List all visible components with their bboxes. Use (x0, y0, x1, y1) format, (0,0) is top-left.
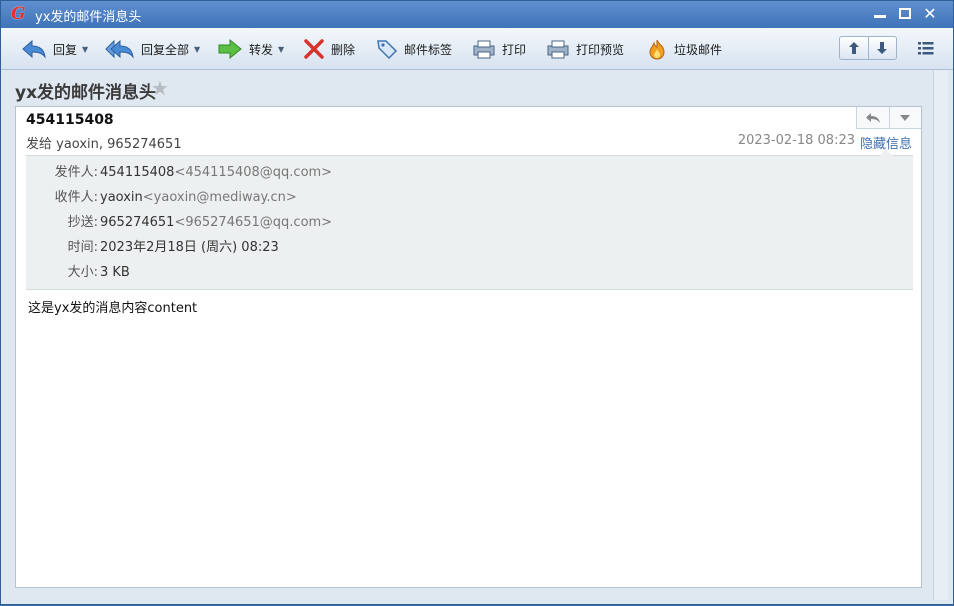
list-menu-icon (918, 42, 934, 55)
forward-icon (218, 38, 242, 60)
previous-message-button[interactable] (840, 37, 868, 59)
mail-window: G yx发的邮件消息头 ✕ 回复 ▼ 回复全部 ▼ 转发 ▼ 删除 邮件标签 打… (0, 0, 954, 605)
forward-button[interactable]: 转发 ▼ (217, 36, 284, 62)
print-preview-button[interactable]: 打印预览 (546, 36, 624, 62)
reply-icon (22, 39, 46, 59)
chevron-down-icon[interactable]: ▼ (82, 45, 88, 54)
more-menu-button[interactable] (917, 40, 935, 56)
to-name[interactable]: yaoxin (100, 190, 143, 205)
message-datetime: 2023-02-18 08:23 (737, 133, 855, 148)
recipients-summary: 发给 yaoxin, 965274651 (26, 137, 182, 152)
chevron-down-icon[interactable]: ▼ (194, 45, 200, 54)
title-bar: G yx发的邮件消息头 ✕ (1, 1, 953, 28)
from-address[interactable]: <454115408@qq.com> (174, 165, 332, 180)
message-body: 这是yx发的消息内容content (28, 301, 198, 316)
from-name[interactable]: 454115408 (100, 165, 174, 180)
message-nav (839, 36, 897, 60)
toolbar: 回复 ▼ 回复全部 ▼ 转发 ▼ 删除 邮件标签 打印 打印预览 垃圾邮件 (1, 28, 953, 70)
app-logo-icon: G (11, 4, 26, 24)
close-button[interactable]: ✕ (919, 4, 941, 24)
detail-to: 收件人: yaoxin<yaoxin@mediway.cn> (54, 190, 297, 205)
sender-name: 454115408 (26, 112, 114, 128)
arrow-up-icon (848, 42, 859, 54)
maximize-button[interactable] (894, 4, 916, 24)
tag-icon (377, 40, 398, 60)
cc-name[interactable]: 965274651 (100, 215, 174, 230)
minimize-button[interactable] (869, 4, 891, 24)
chevron-down-icon[interactable]: ▼ (278, 45, 284, 54)
delete-button[interactable]: 删除 (303, 36, 355, 62)
delete-icon (304, 39, 324, 59)
cc-address[interactable]: <965274651@qq.com> (174, 215, 332, 230)
chevron-down-icon (900, 114, 911, 121)
star-icon[interactable]: ★ (151, 76, 169, 100)
reply-button[interactable]: 回复 ▼ (21, 36, 88, 62)
detail-time: 时间: 2023年2月18日 (周六) 08:23 (67, 240, 279, 255)
reply-arrow-icon (865, 112, 880, 123)
next-message-button[interactable] (867, 37, 897, 59)
print-preview-icon (547, 40, 569, 59)
header-details: 发件人: 454115408<454115408@qq.com> 收件人: ya… (26, 149, 913, 290)
quick-reply-button[interactable] (857, 107, 889, 128)
print-button[interactable]: 打印 (472, 36, 526, 62)
message-panel: 454115408 发给 yaoxin, 965274651 2023-02-1… (15, 106, 922, 588)
fire-icon (649, 39, 665, 60)
detail-cc: 抄送: 965274651<965274651@qq.com> (67, 215, 333, 230)
to-address[interactable]: <yaoxin@mediway.cn> (143, 190, 297, 205)
spam-button[interactable]: 垃圾邮件 (646, 36, 722, 62)
detail-from: 发件人: 454115408<454115408@qq.com> (54, 165, 333, 180)
arrow-down-icon (877, 42, 888, 54)
detail-size: 大小: 3 KB (67, 265, 130, 280)
tag-button[interactable]: 邮件标签 (376, 36, 452, 62)
quick-reply-group (856, 107, 921, 129)
message-subject: yx发的邮件消息头 (15, 83, 157, 103)
reply-all-icon (105, 39, 134, 59)
printer-icon (473, 40, 495, 59)
reply-all-button[interactable]: 回复全部 ▼ (105, 36, 200, 62)
quick-reply-dropdown[interactable] (888, 107, 922, 128)
window-title: yx发的邮件消息头 (35, 10, 142, 25)
scrollbar[interactable] (933, 70, 948, 600)
